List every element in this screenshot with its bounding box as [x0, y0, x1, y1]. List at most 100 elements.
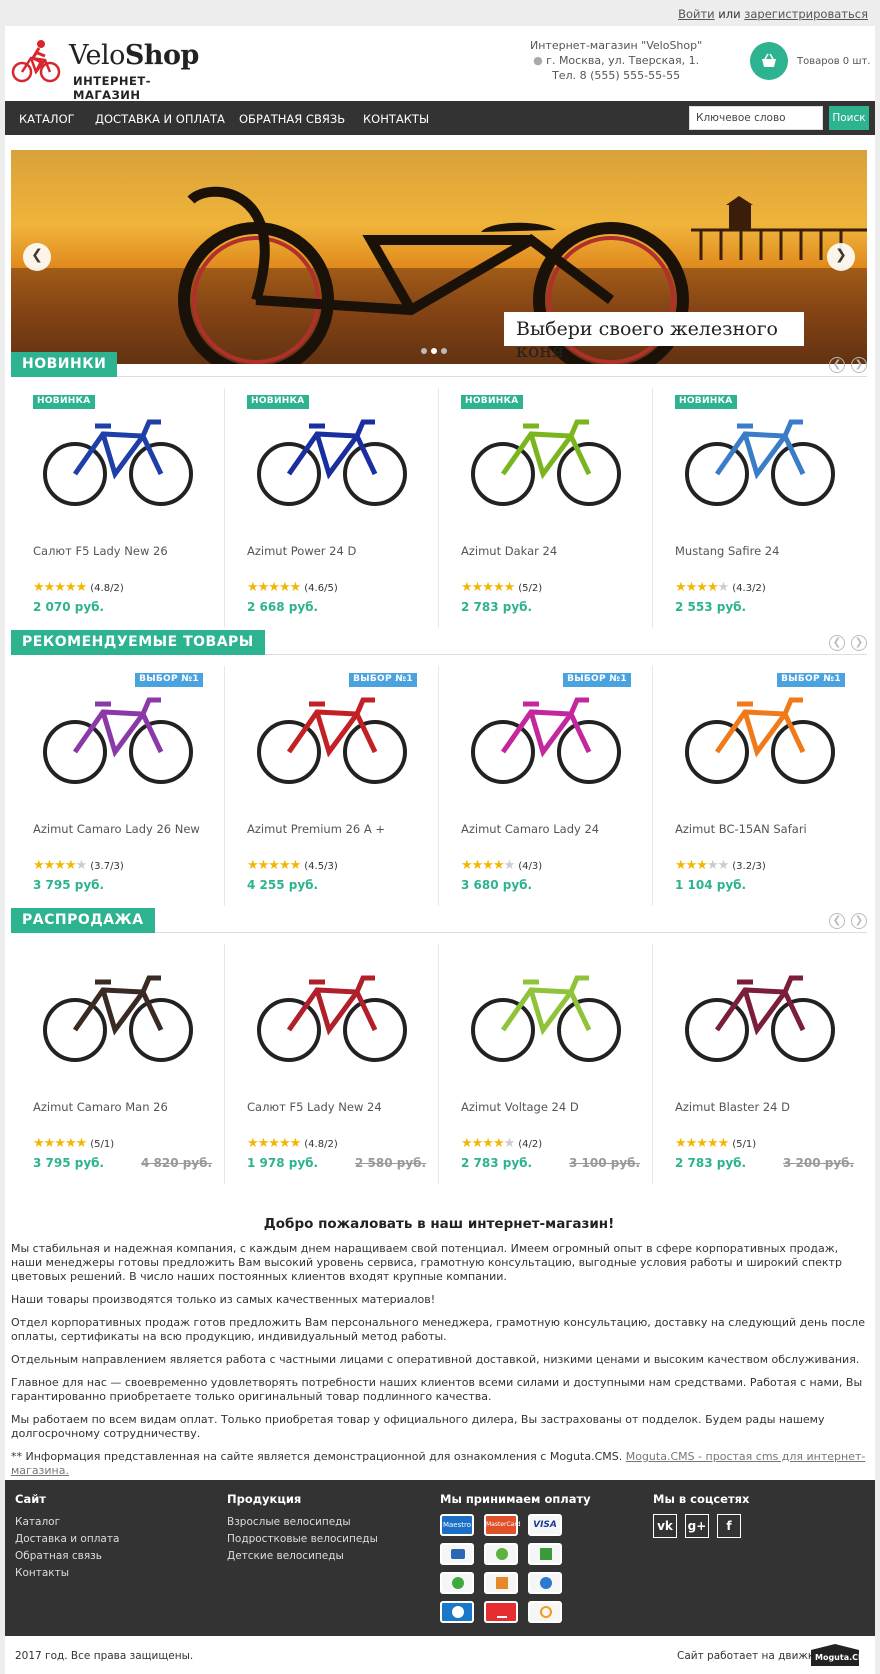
nav-item-feedback[interactable]: ОБРАТНАЯ СВЯЗЬ	[239, 112, 345, 126]
rating-text: (5/1)	[732, 1139, 757, 1150]
product-card[interactable]: НОВИНКА Azimut Power 24 D ★★★★★ (4.6/5) 2 66…	[225, 388, 439, 628]
footer-link-teen-bikes[interactable]: Подростковые велосипеды	[227, 1533, 378, 1545]
product-name[interactable]: Azimut BC-15AN Safari	[675, 822, 807, 836]
product-name[interactable]: Салют F5 Lady New 26	[33, 544, 168, 558]
footer-social-title: Мы в соцсетях	[653, 1492, 750, 1506]
footer-link-kids-bikes[interactable]: Детские велосипеды	[227, 1550, 378, 1562]
product-name[interactable]: Azimut Dakar 24	[461, 544, 557, 558]
product-name[interactable]: Azimut Blaster 24 D	[675, 1100, 790, 1114]
bicycle-image	[257, 697, 407, 784]
product-price: 1 978 руб.	[247, 1156, 319, 1170]
login-link[interactable]: Войти	[678, 7, 715, 21]
facebook-icon[interactable]: f	[717, 1514, 741, 1538]
section-next-button[interactable]: ❯	[851, 635, 867, 651]
nav-item-delivery[interactable]: ДОСТАВКА И ОПЛАТА	[95, 112, 225, 126]
welcome-paragraph: Отдельным направлением является работа с…	[11, 1353, 860, 1366]
star-rating-icon: ★★★★★	[675, 1136, 729, 1151]
product-price: 3 680 руб.	[461, 878, 533, 892]
product-badge: ВЫБОР №1	[563, 673, 631, 687]
product-card[interactable]: Azimut Camaro Man 26 ★★★★★ (5/1) 3 795 руб.…	[11, 944, 225, 1184]
product-name[interactable]: Azimut Power 24 D	[247, 544, 356, 558]
section-next-button[interactable]: ❯	[851, 357, 867, 373]
star-rating-icon: ★★★★★	[247, 858, 301, 873]
product-card[interactable]: ВЫБОР №1 Azimut Premium 26 A + ★★★★★ (4.5/3…	[225, 666, 439, 906]
product-card[interactable]: ВЫБОР №1 Azimut Camaro Lady 26 New ★★★★★ (3…	[11, 666, 225, 906]
section-prev-button[interactable]: ❮	[829, 913, 845, 929]
welcome-paragraph: Мы стабильная и надежная компания, с каж…	[11, 1242, 842, 1283]
product-name[interactable]: Mustang Safire 24	[675, 544, 779, 558]
contacts-phone: Тел. 8 (555) 555-55-55	[552, 69, 681, 82]
site-logo[interactable]: VeloShop ИНТЕРНЕТ-МАГАЗИН	[11, 38, 201, 102]
product-card[interactable]: ВЫБОР №1 Azimut Camaro Lady 24 ★★★★★ (4/3) 3…	[439, 666, 653, 906]
star-rating-icon: ★★★★★	[675, 858, 729, 873]
section-prev-button[interactable]: ❮	[829, 635, 845, 651]
footer-link-feedback[interactable]: Обратная связь	[15, 1550, 119, 1562]
bicycle-image	[685, 975, 835, 1062]
product-card[interactable]: Azimut Voltage 24 D ★★★★★ (4/2) 2 783 руб. 3…	[439, 944, 653, 1184]
register-link[interactable]: зарегистрироваться	[744, 7, 868, 21]
shopping-basket-icon	[762, 53, 776, 67]
bicycle-image	[685, 697, 835, 784]
product-name[interactable]: Azimut Premium 26 A +	[247, 822, 385, 836]
footer-payment-column: Мы принимаем оплату Maestro MasterCard V…	[440, 1492, 620, 1632]
footer-link-delivery[interactable]: Доставка и оплата	[15, 1533, 119, 1545]
section-next-button[interactable]: ❯	[851, 913, 867, 929]
product-card[interactable]: НОВИНКА Mustang Safire 24 ★★★★★ (4.3/2) 2 55…	[653, 388, 867, 628]
product-price: 3 795 руб.	[33, 878, 105, 892]
product-name[interactable]: Azimut Voltage 24 D	[461, 1100, 579, 1114]
google-plus-icon[interactable]: g+	[685, 1514, 709, 1538]
nav-item-contacts[interactable]: КОНТАКТЫ	[363, 112, 429, 126]
product-card[interactable]: Салют F5 Lady New 24 ★★★★★ (4.8/2) 1 978 ру…	[225, 944, 439, 1184]
welcome-title: Добро пожаловать в наш интернет-магазин!	[263, 1216, 615, 1232]
product-name[interactable]: Салют F5 Lady New 24	[247, 1100, 382, 1114]
search-button[interactable]: Поиск	[829, 106, 869, 130]
footer-link-catalog[interactable]: Каталог	[15, 1516, 119, 1528]
welcome-demo-note: ** Информация представленная на сайте яв…	[11, 1450, 867, 1478]
rating-text: (4.8/2)	[90, 583, 124, 594]
product-name[interactable]: Azimut Camaro Lady 24	[461, 822, 599, 836]
copyright: 2017 год. Все права защищены.	[15, 1650, 194, 1662]
bicycle-image	[43, 697, 193, 784]
product-badge: ВЫБОР №1	[777, 673, 845, 687]
rating-text: (3.7/3)	[90, 861, 124, 872]
product-name[interactable]: Azimut Camaro Man 26	[33, 1100, 168, 1114]
moguta-logo[interactable]: Moguta.CMS	[807, 1642, 872, 1668]
demo-note-text: ** Информация представленная на сайте яв…	[11, 1450, 623, 1463]
product-rating: ★★★★★ (5/1)	[33, 1136, 114, 1151]
product-rating: ★★★★★ (4.5/3)	[247, 858, 338, 873]
webmoney-icon	[440, 1601, 474, 1623]
product-price: 2 553 руб.	[675, 600, 747, 614]
footer-link-adult-bikes[interactable]: Взрослые велосипеды	[227, 1516, 378, 1528]
banner-prev-button[interactable]: ❮	[23, 243, 51, 271]
star-rating-icon: ★★★★★	[33, 858, 87, 873]
logo-name-shop: Shop	[124, 40, 200, 71]
banner-next-button[interactable]: ❯	[827, 243, 855, 271]
chevron-left-icon: ❮	[832, 637, 842, 648]
product-old-price: 3 100 руб.	[569, 1156, 641, 1170]
vk-icon[interactable]: vk	[653, 1514, 677, 1538]
product-name[interactable]: Azimut Camaro Lady 26 New	[33, 822, 200, 836]
product-price: 3 795 руб.	[33, 1156, 105, 1170]
cart-count[interactable]: Товаров 0 шт.	[797, 56, 870, 67]
rating-text: (3.2/3)	[732, 861, 766, 872]
product-card[interactable]: НОВИНКА Салют F5 Lady New 26 ★★★★★ (4.8/2) 2…	[11, 388, 225, 628]
product-badge: НОВИНКА	[675, 395, 737, 409]
rating-text: (4.8/2)	[304, 1139, 338, 1150]
section-prev-button[interactable]: ❮	[829, 357, 845, 373]
footer-social-column: Мы в соцсетях vk g+ f	[653, 1492, 783, 1562]
banner-caption: Выбери своего железного коня	[504, 312, 804, 362]
product-card[interactable]: Azimut Blaster 24 D ★★★★★ (5/1) 2 783 руб. 3…	[653, 944, 867, 1184]
bicycle-image	[471, 697, 621, 784]
search-input[interactable]: Ключевое слово	[689, 106, 823, 130]
footer-products-title: Продукция	[227, 1492, 302, 1506]
nav-item-catalog[interactable]: КАТАЛОГ	[19, 112, 75, 126]
product-old-price: 3 200 руб.	[783, 1156, 855, 1170]
logo-subtitle: ИНТЕРНЕТ-МАГАЗИН	[73, 74, 151, 102]
product-card[interactable]: НОВИНКА Azimut Dakar 24 ★★★★★ (5/2) 2 783 ру…	[439, 388, 653, 628]
qiwi-icon	[528, 1601, 562, 1623]
section-title: РЕКОМЕНДУЕМЫЕ ТОВАРЫ	[11, 630, 265, 655]
cart-button[interactable]	[750, 42, 788, 80]
chevron-right-icon: ❯	[854, 915, 864, 926]
product-card[interactable]: ВЫБОР №1 Azimut BC-15AN Safari ★★★★★ (3.2/3…	[653, 666, 867, 906]
footer-link-contacts[interactable]: Контакты	[15, 1567, 119, 1579]
